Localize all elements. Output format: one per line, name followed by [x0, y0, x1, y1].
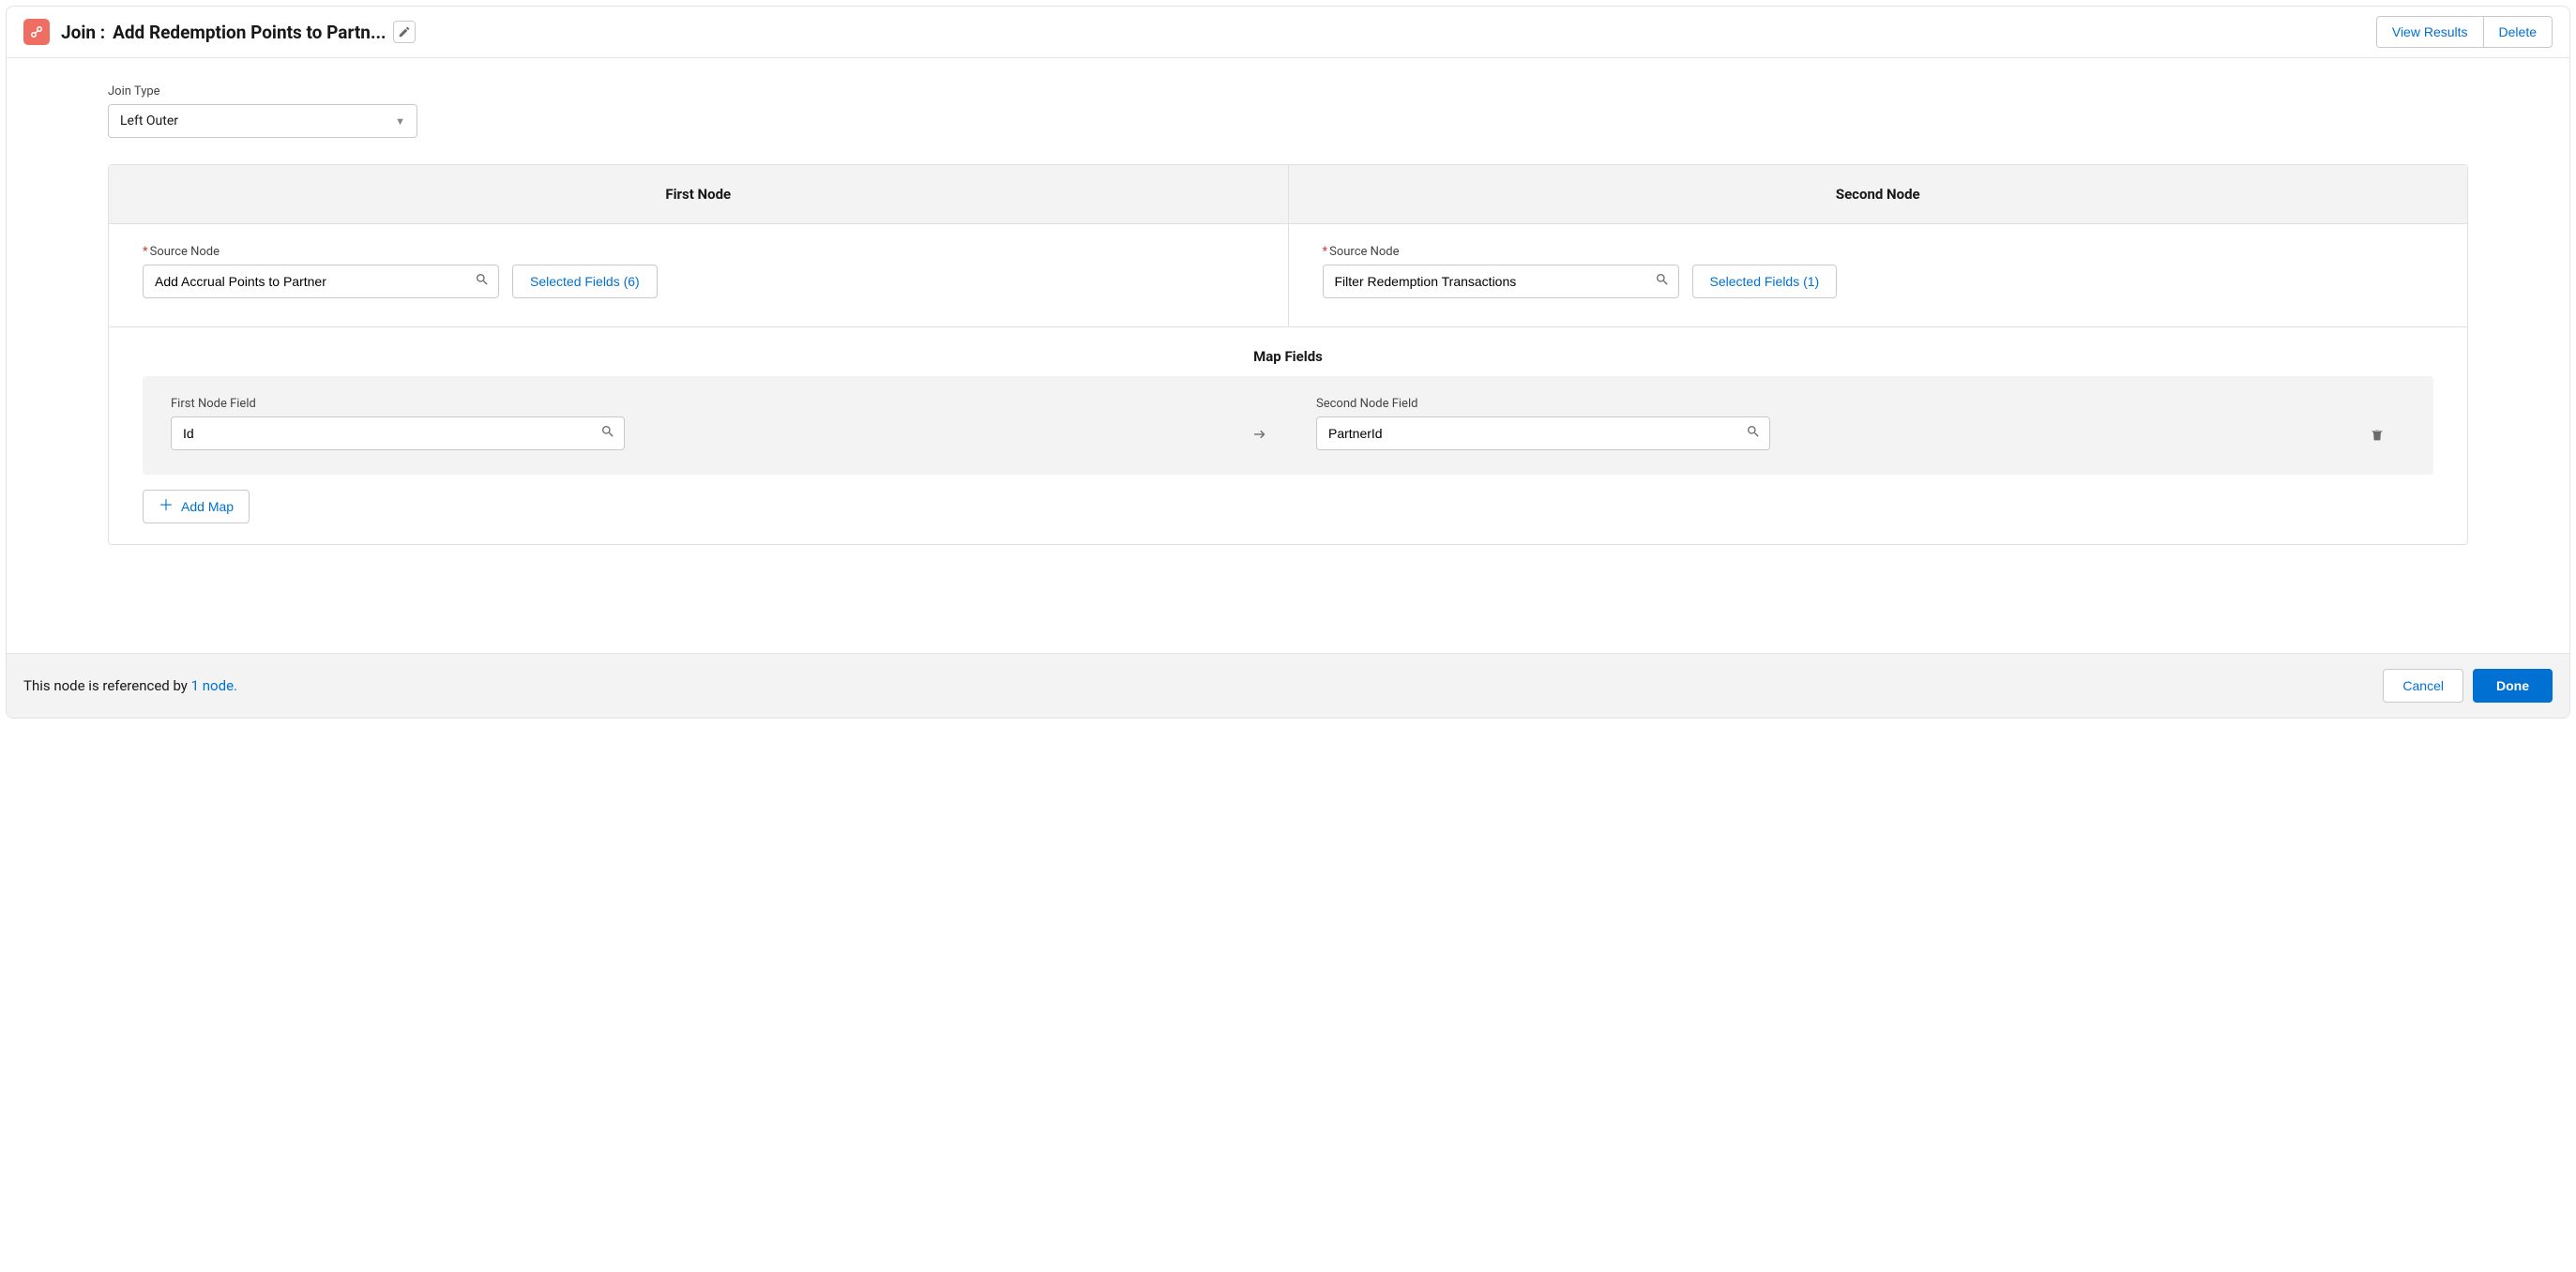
trash-icon: [2370, 428, 2385, 443]
title-prefix: Join :: [61, 22, 105, 43]
chevron-down-icon: ▼: [395, 115, 405, 128]
first-source-input[interactable]: [143, 265, 499, 298]
second-node-field-label: Second Node Field: [1316, 397, 2349, 411]
reference-text: This node is referenced by 1 node.: [23, 677, 237, 694]
view-results-button[interactable]: View Results: [2376, 16, 2483, 48]
arrow-right-icon: [1204, 426, 1316, 450]
add-map-button[interactable]: ＋ Add Map: [143, 490, 250, 523]
delete-button[interactable]: Delete: [2483, 16, 2553, 48]
first-node-field-input[interactable]: [171, 416, 625, 450]
header: Join : Add Redemption Points to Partn...…: [7, 7, 2569, 58]
content: Join Type Left Outer ▼ First Node *Sourc…: [7, 58, 2569, 653]
second-node-header: Second Node: [1289, 165, 2468, 224]
nodes-grid: First Node *Source Node Selected Fields …: [108, 164, 2468, 545]
first-node-field-label: First Node Field: [171, 397, 1204, 411]
first-node-header: First Node: [109, 165, 1288, 224]
first-source-label: *Source Node: [143, 245, 1254, 259]
second-source-label: *Source Node: [1323, 245, 2434, 259]
header-actions: View Results Delete: [2376, 16, 2553, 48]
first-source-lookup[interactable]: [143, 265, 499, 298]
delete-map-button[interactable]: [2349, 428, 2405, 450]
pencil-icon: [398, 25, 411, 38]
title-name: Add Redemption Points to Partn...: [113, 22, 386, 43]
second-source-input[interactable]: [1323, 265, 1679, 298]
cancel-button[interactable]: Cancel: [2383, 669, 2463, 703]
first-selected-fields-button[interactable]: Selected Fields (6): [512, 265, 658, 298]
join-icon: [23, 19, 50, 45]
join-type-select[interactable]: Left Outer ▼: [108, 104, 417, 138]
join-type-value: Left Outer: [120, 114, 178, 129]
second-source-lookup[interactable]: [1323, 265, 1679, 298]
edit-title-button[interactable]: [393, 21, 416, 43]
first-node-col: First Node *Source Node Selected Fields …: [109, 165, 1289, 326]
join-panel: Join : Add Redemption Points to Partn...…: [6, 6, 2570, 719]
map-row: First Node Field Second Node Field: [143, 376, 2433, 475]
second-selected-fields-button[interactable]: Selected Fields (1): [1692, 265, 1838, 298]
first-node-field-lookup[interactable]: [171, 416, 625, 450]
page-title: Join : Add Redemption Points to Partn...: [61, 21, 416, 43]
map-fields-title: Map Fields: [109, 326, 2467, 376]
footer: This node is referenced by 1 node. Cance…: [7, 653, 2569, 718]
second-node-col: Second Node *Source Node Selected Fields…: [1289, 165, 2468, 326]
done-button[interactable]: Done: [2473, 669, 2553, 703]
reference-link[interactable]: 1 node.: [191, 677, 237, 694]
second-node-field-lookup[interactable]: [1316, 416, 1770, 450]
second-node-field-input[interactable]: [1316, 416, 1770, 450]
add-map-label: Add Map: [181, 499, 234, 514]
plus-icon: ＋: [159, 499, 174, 514]
join-type-label: Join Type: [108, 84, 2468, 98]
